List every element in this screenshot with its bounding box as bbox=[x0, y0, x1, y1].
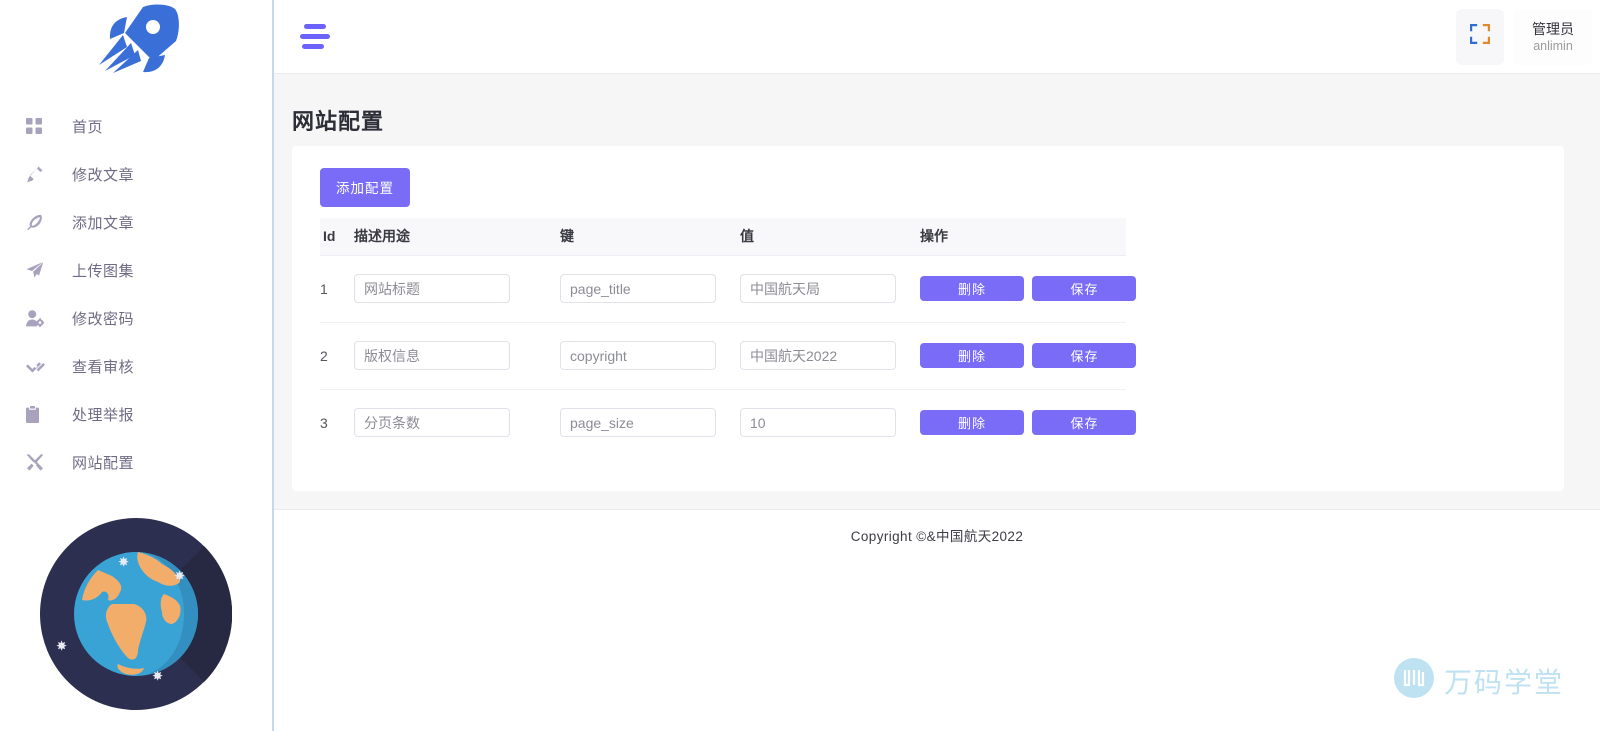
delete-button[interactable]: 删除 bbox=[920, 343, 1024, 368]
row-id: 2 bbox=[320, 322, 354, 390]
send-icon bbox=[26, 259, 52, 281]
sidebar-item-label: 修改密码 bbox=[72, 310, 135, 328]
table-row: 3 删除 保存 bbox=[320, 389, 1137, 456]
sidebar-item-label: 添加文章 bbox=[72, 214, 135, 232]
table-header-row: Id 描述用途 键 值 操作 bbox=[320, 218, 1126, 256]
feather-icon bbox=[26, 211, 52, 233]
sidebar-item-handle-report[interactable]: 处理举报 bbox=[0, 390, 274, 438]
sidebar-item-view-review[interactable]: 查看审核 bbox=[0, 342, 274, 390]
save-button[interactable]: 保存 bbox=[1032, 410, 1137, 436]
column-header-id: Id bbox=[320, 218, 354, 256]
value-input[interactable] bbox=[740, 274, 896, 303]
sidebar-item-label: 首页 bbox=[72, 118, 104, 136]
column-header-value: 值 bbox=[740, 218, 920, 256]
sidebar-item-label: 查看审核 bbox=[72, 358, 135, 376]
hamburger-bar bbox=[304, 24, 326, 29]
desc-input[interactable] bbox=[354, 341, 510, 370]
sidebar-item-label: 修改文章 bbox=[72, 166, 135, 184]
topbar: 管理员 anlimin bbox=[274, 0, 1600, 74]
row-op-cell: 删除 保存 bbox=[920, 389, 1137, 456]
row-value-cell bbox=[740, 389, 920, 456]
main-area: 管理员 anlimin 网站配置 添加配置 Id 描述用途 键 值 操作 1 网… bbox=[274, 0, 1600, 731]
save-button[interactable]: 保存 bbox=[1032, 343, 1137, 368]
pencil-icon bbox=[26, 163, 52, 185]
sidebar: 首页 修改文章 添加文章 上传图集 修改密码 查看审核 处理举报 网站配置 bbox=[0, 0, 274, 731]
sidebar-item-add-article[interactable]: 添加文章 bbox=[0, 198, 274, 246]
earth-globe-illustration bbox=[40, 518, 233, 710]
watermark: 万码学堂 bbox=[1393, 658, 1564, 703]
hamburger-menu-icon[interactable] bbox=[300, 22, 334, 52]
key-input[interactable] bbox=[560, 408, 716, 438]
config-table: Id 描述用途 键 值 操作 1 网站标题 page_title 中国航天局 删… bbox=[320, 218, 1137, 456]
hamburger-bar bbox=[302, 44, 324, 49]
sidebar-item-site-config[interactable]: 网站配置 bbox=[0, 438, 274, 486]
page-title: 网站配置 bbox=[292, 109, 385, 134]
fullscreen-expand-icon bbox=[1469, 23, 1491, 49]
fullscreen-button[interactable] bbox=[1456, 8, 1504, 65]
app-root: 首页 修改文章 添加文章 上传图集 修改密码 查看审核 处理举报 网站配置 管理… bbox=[0, 0, 1600, 731]
tools-icon bbox=[26, 451, 52, 473]
content-region: 网站配置 添加配置 Id 描述用途 键 值 操作 1 网站标题 page_tit… bbox=[274, 74, 1600, 731]
copyright-text: Copyright ©&中国航天2022 bbox=[850, 528, 1024, 544]
row-value-cell bbox=[740, 255, 920, 323]
sidebar-item-label: 网站配置 bbox=[72, 454, 135, 472]
sidebar-item-home[interactable]: 首页 bbox=[0, 102, 274, 150]
delete-button[interactable]: 删除 bbox=[920, 276, 1024, 301]
row-id: 1 bbox=[320, 255, 354, 323]
value-input[interactable] bbox=[740, 341, 896, 370]
sidebar-item-edit-article[interactable]: 修改文章 bbox=[0, 150, 274, 198]
add-config-button[interactable]: 添加配置 bbox=[320, 168, 410, 207]
rocket-icon bbox=[91, 3, 183, 73]
user-menu[interactable]: 管理员 anlimin bbox=[1514, 8, 1592, 65]
column-header-op: 操作 bbox=[920, 218, 1126, 256]
sidebar-item-upload-gallery[interactable]: 上传图集 bbox=[0, 246, 274, 294]
watermark-text: 万码学堂 bbox=[1443, 665, 1564, 699]
row-op-cell: 删除 保存 bbox=[920, 255, 1137, 323]
table-row: 1 删除 保存 bbox=[320, 255, 1137, 323]
wanma-logo-icon bbox=[1393, 658, 1434, 703]
blank-area: 万码学堂 bbox=[274, 559, 1600, 731]
config-card: 添加配置 Id 描述用途 键 值 操作 1 网站标题 page_title 中国… bbox=[292, 146, 1564, 491]
user-gear-icon bbox=[26, 307, 52, 329]
grid-icon bbox=[26, 115, 52, 137]
sidebar-item-label: 上传图集 bbox=[72, 262, 135, 280]
key-input[interactable] bbox=[560, 274, 716, 303]
save-button[interactable]: 保存 bbox=[1032, 276, 1137, 301]
row-key-cell bbox=[560, 255, 740, 323]
row-value-cell bbox=[740, 322, 920, 390]
desc-input[interactable] bbox=[354, 274, 510, 303]
table-header: Id 描述用途 键 值 操作 bbox=[320, 218, 1126, 256]
column-header-desc: 描述用途 bbox=[354, 218, 560, 256]
row-id: 3 bbox=[320, 414, 328, 431]
desc-input[interactable] bbox=[354, 408, 510, 438]
app-logo[interactable] bbox=[0, 0, 274, 76]
sidebar-nav: 首页 修改文章 添加文章 上传图集 修改密码 查看审核 处理举报 网站配置 bbox=[0, 76, 274, 486]
sidebar-item-label: 处理举报 bbox=[72, 406, 135, 424]
table-body: 1 删除 保存 bbox=[320, 255, 1137, 456]
footer: Copyright ©&中国航天2022 bbox=[274, 509, 1600, 559]
row-key-cell bbox=[560, 322, 740, 390]
row-desc-cell bbox=[354, 322, 560, 390]
topbar-right: 管理员 anlimin bbox=[1456, 0, 1600, 74]
clipboard-icon bbox=[26, 403, 52, 425]
user-login-id: anlimin bbox=[1533, 38, 1573, 53]
user-name: 管理员 bbox=[1532, 20, 1574, 37]
double-check-icon bbox=[26, 355, 52, 377]
column-header-key: 键 bbox=[560, 218, 740, 256]
table-row: 2 删除 保存 bbox=[320, 322, 1137, 390]
delete-button[interactable]: 删除 bbox=[920, 410, 1024, 436]
row-desc-cell bbox=[354, 255, 560, 323]
hamburger-bar bbox=[300, 34, 330, 39]
row-desc-cell bbox=[354, 389, 560, 456]
row-key-cell bbox=[560, 389, 740, 456]
row-op-cell: 删除 保存 bbox=[920, 322, 1137, 390]
key-input[interactable] bbox=[560, 341, 716, 370]
sidebar-item-change-password[interactable]: 修改密码 bbox=[0, 294, 274, 342]
value-input[interactable] bbox=[740, 408, 896, 438]
